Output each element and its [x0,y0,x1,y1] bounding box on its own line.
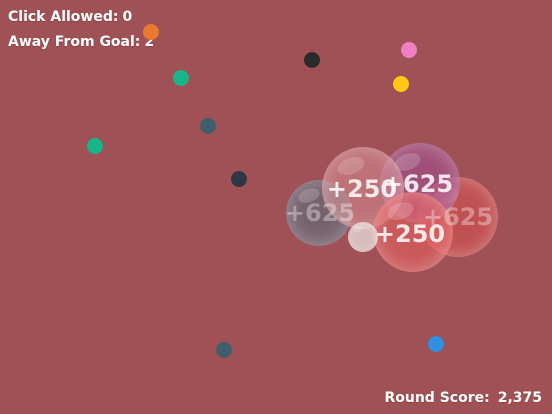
away-from-goal-counter: Away From Goal: 2 [8,34,154,50]
orange-dot[interactable] [143,24,159,40]
click-allowed-value: 0 [122,9,133,25]
slate-dot[interactable] [216,342,232,358]
navy-dot[interactable] [231,171,247,187]
teal-dot[interactable] [173,70,189,86]
away-from-goal-label: Away From Goal: [8,34,141,50]
round-score-value: 2,375 [497,390,542,406]
game-board[interactable]: { "hud": { "click_allowed_label": "Click… [0,0,552,414]
slate-dot[interactable] [200,118,216,134]
score-pop: +625 [382,170,454,198]
yellow-dot[interactable] [393,76,409,92]
round-score: Round Score: 2,375 [384,390,542,406]
score-pop: +625 [284,199,356,227]
blue-dot[interactable] [428,336,444,352]
pink-dot[interactable] [401,42,417,58]
teal-dot[interactable] [87,138,103,154]
score-pop: +250 [374,220,446,248]
click-allowed-label: Click Allowed: [8,9,119,25]
black-dot[interactable] [304,52,320,68]
click-allowed-counter: Click Allowed: 0 [8,9,132,25]
round-score-label: Round Score: [384,390,490,406]
